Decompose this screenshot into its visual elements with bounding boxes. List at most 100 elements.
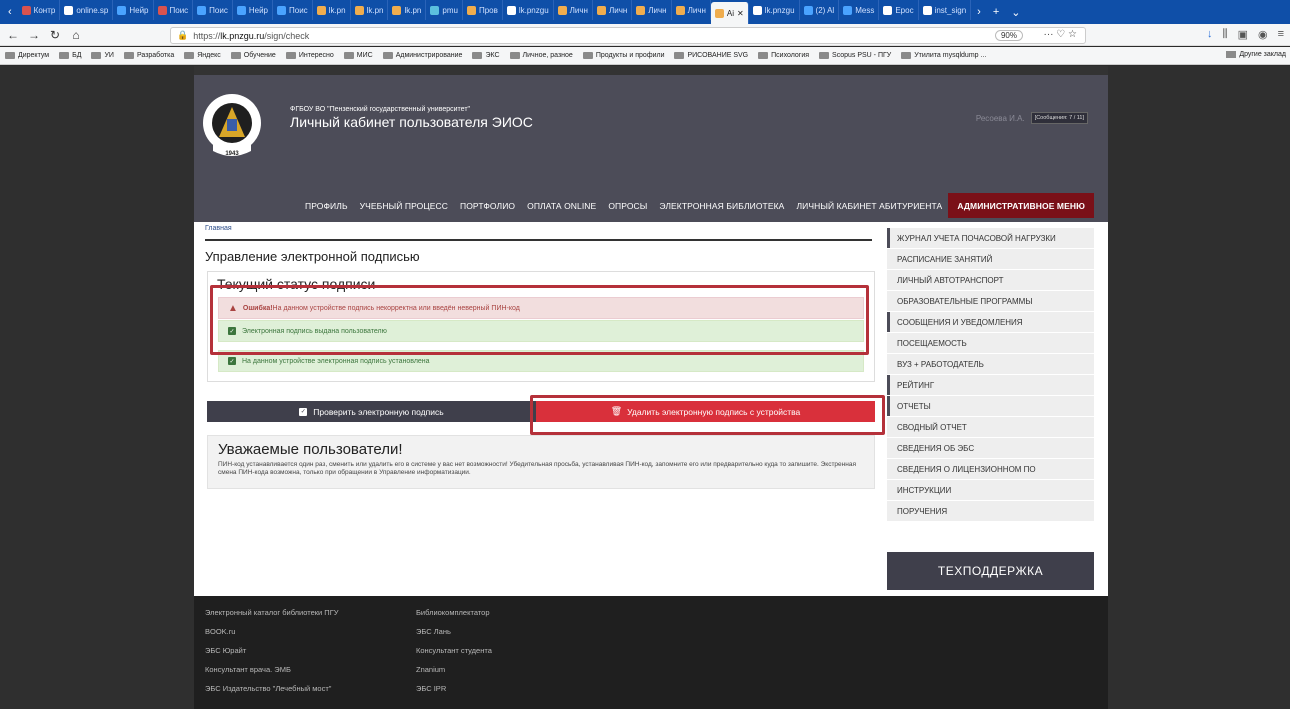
breadcrumb[interactable]: Главная xyxy=(205,225,232,232)
tab-label: Личн xyxy=(608,5,628,15)
tab-scroll-right-icon[interactable]: › xyxy=(971,6,987,18)
bookmark-item[interactable]: Интересно xyxy=(281,52,339,59)
sidebar-item[interactable]: СВЕДЕНИЯ ОБ ЭБС xyxy=(887,438,1094,458)
zoom-indicator[interactable]: 90% xyxy=(994,30,1023,41)
library-icon[interactable]: ⫼ xyxy=(1223,28,1228,41)
tab-favicon-icon xyxy=(236,5,246,15)
tab-label: lk.pn xyxy=(404,5,422,15)
sidebar-item[interactable]: РАСПИСАНИЕ ЗАНЯТИЙ xyxy=(887,249,1094,269)
tab-label: Личн xyxy=(569,5,588,15)
sidebar-item[interactable]: ЖУРНАЛ УЧЕТА ПОЧАСОВОЙ НАГРУЗКИ xyxy=(887,228,1094,248)
bookmark-item[interactable]: Scopus PSU - ПГУ xyxy=(814,52,896,59)
browser-tab[interactable]: lk.pnzgu xyxy=(503,0,554,20)
footer-link[interactable]: BOOK.ru xyxy=(205,627,235,636)
browser-tab[interactable]: Нейр xyxy=(113,0,154,20)
sidebar-item[interactable]: ОБРАЗОВАТЕЛЬНЫЕ ПРОГРАММЫ xyxy=(887,291,1094,311)
footer-link[interactable]: Znanium xyxy=(416,665,445,674)
bookmark-item[interactable]: БД xyxy=(54,52,86,59)
back-icon[interactable]: ← xyxy=(5,27,21,43)
tab-list-icon[interactable]: ⌄ xyxy=(1005,6,1026,19)
browser-tab[interactable]: (2) Al xyxy=(800,0,840,20)
home-icon[interactable]: ⌂ xyxy=(68,27,84,43)
footer-link[interactable]: Библиокомплектатор xyxy=(416,608,490,617)
download-icon[interactable]: ↓ xyxy=(1207,28,1213,41)
account-icon[interactable]: ◉ xyxy=(1258,28,1268,41)
nav-item[interactable]: ЭЛЕКТРОННАЯ БИБЛИОТЕКА xyxy=(653,193,790,218)
nav-item[interactable]: ЛИЧНЫЙ КАБИНЕТ АБИТУРИЕНТА xyxy=(790,193,948,218)
nav-item[interactable]: АДМИНИСТРАТИВНОЕ МЕНЮ xyxy=(948,193,1094,218)
bookmark-item[interactable]: ЭКС xyxy=(467,52,504,59)
new-tab-icon[interactable]: + xyxy=(987,6,1005,18)
bookmark-item[interactable]: УИ xyxy=(86,52,118,59)
bookmark-item[interactable]: Директум xyxy=(0,52,54,59)
browser-tab[interactable]: Ai ✕ xyxy=(710,2,749,24)
browser-tab[interactable]: lk.pnzgu xyxy=(749,0,800,20)
nav-item[interactable]: УЧЕБНЫЙ ПРОЦЕСС xyxy=(354,193,454,218)
browser-tab[interactable]: lk.pn xyxy=(351,0,389,20)
url-bar[interactable]: 🔒 https://lk.pnzgu.ru/sign/check 90% ···… xyxy=(170,27,1086,44)
footer-link[interactable]: Консультант врача. ЭМБ xyxy=(205,665,291,674)
sidebar-item[interactable]: ОТЧЕТЫ xyxy=(887,396,1094,416)
browser-tab[interactable]: lk.pn xyxy=(388,0,427,20)
browser-tab[interactable]: Личн xyxy=(632,0,672,20)
university-logo[interactable]: 1943 xyxy=(201,87,263,173)
browser-tab[interactable]: Пров xyxy=(463,0,503,20)
nav-item[interactable]: ПОРТФОЛИО xyxy=(454,193,521,218)
support-button[interactable]: ТЕХПОДДЕРЖКА xyxy=(887,552,1094,590)
tab-scroll-left-icon[interactable]: ‹ xyxy=(2,6,18,18)
bookmark-item[interactable]: Психология xyxy=(753,52,814,59)
bookmark-other[interactable]: Другие заклад xyxy=(1226,51,1286,58)
browser-tab[interactable]: Epoc xyxy=(879,0,919,20)
sidebar-item[interactable]: СВЕДЕНИЯ О ЛИЦЕНЗИОННОМ ПО xyxy=(887,459,1094,479)
browser-tab[interactable]: lk.pn xyxy=(313,0,351,20)
footer-link[interactable]: ЭБС Юрайт xyxy=(205,646,246,655)
bookmark-item[interactable]: МИС xyxy=(339,52,378,59)
reload-icon[interactable]: ↻ xyxy=(47,27,63,43)
browser-tab[interactable]: pmu xyxy=(426,0,463,20)
browser-tab[interactable]: Личн xyxy=(554,0,593,20)
page-actions-icon[interactable]: ··· ♡ ☆ xyxy=(1044,29,1077,40)
menu-icon[interactable]: ≡ xyxy=(1278,28,1284,41)
bookmark-item[interactable]: Утилита mysqldump ... xyxy=(896,52,991,59)
browser-tab[interactable]: online.sp xyxy=(60,0,114,20)
footer-link[interactable]: ЭБС Лань xyxy=(416,627,451,636)
sidebar-item[interactable]: ИНСТРУКЦИИ xyxy=(887,480,1094,500)
user-name[interactable]: Ресоева И.А. xyxy=(976,114,1025,123)
bookmark-item[interactable]: Обучение xyxy=(226,52,281,59)
forward-icon[interactable]: → xyxy=(26,27,42,43)
check-signature-button[interactable]: ✓ Проверить электронную подпись xyxy=(207,401,536,422)
bookmark-item[interactable]: Продукты и профили xyxy=(578,52,670,59)
bookmark-item[interactable]: РИСОВАНИЕ SVG xyxy=(669,52,753,59)
browser-tab[interactable]: Поис xyxy=(193,0,233,20)
browser-tab[interactable]: Поис xyxy=(154,0,194,20)
messages-badge[interactable]: [Сообщения: 7 / 11] xyxy=(1030,112,1088,124)
sidebar-item[interactable]: ПОРУЧЕНИЯ xyxy=(887,501,1094,521)
bookmark-item[interactable]: Личное, разное xyxy=(505,52,578,59)
bookmark-item[interactable]: Яндекс xyxy=(179,52,226,59)
nav-item[interactable]: ПРОФИЛЬ xyxy=(299,193,354,218)
footer-link[interactable]: ЭБС Издательство "Лечебный мост" xyxy=(205,684,331,693)
sidebar-item[interactable]: РЕЙТИНГ xyxy=(887,375,1094,395)
sidebar-item[interactable]: ЛИЧНЫЙ АВТОТРАНСПОРТ xyxy=(887,270,1094,290)
footer-link[interactable]: Консультант студента xyxy=(416,646,492,655)
nav-item[interactable]: ОПЛАТА ONLINE xyxy=(521,193,602,218)
sidebar-item[interactable]: ВУЗ + РАБОТОДАТЕЛЬ xyxy=(887,354,1094,374)
browser-tab[interactable]: Нейр xyxy=(233,0,273,20)
browser-tab[interactable]: Контр xyxy=(18,0,61,20)
footer-link[interactable]: ЭБС IPR xyxy=(416,684,446,693)
browser-tab[interactable]: inst_sign xyxy=(919,0,972,20)
bookmark-item[interactable]: Администрирование xyxy=(378,52,468,59)
sidebar-icon[interactable]: ▣ xyxy=(1238,28,1248,41)
browser-tab[interactable]: Mess xyxy=(839,0,880,20)
browser-tab[interactable]: Личн xyxy=(593,0,633,20)
sidebar-item[interactable]: СВОДНЫЙ ОТЧЕТ xyxy=(887,417,1094,437)
sidebar-item[interactable]: ПОСЕЩАЕМОСТЬ xyxy=(887,333,1094,353)
sidebar-item[interactable]: СООБЩЕНИЯ И УВЕДОМЛЕНИЯ xyxy=(887,312,1094,332)
tab-label: Нейр xyxy=(129,5,149,15)
browser-tab[interactable]: Поис xyxy=(273,0,313,20)
bookmark-item[interactable]: Разработка xyxy=(119,52,179,59)
browser-tab[interactable]: Личн xyxy=(672,0,711,20)
close-tab-icon[interactable]: ✕ xyxy=(737,9,744,18)
footer-link[interactable]: Электронный каталог библиотеки ПГУ xyxy=(205,608,339,617)
nav-item[interactable]: ОПРОСЫ xyxy=(602,193,653,218)
